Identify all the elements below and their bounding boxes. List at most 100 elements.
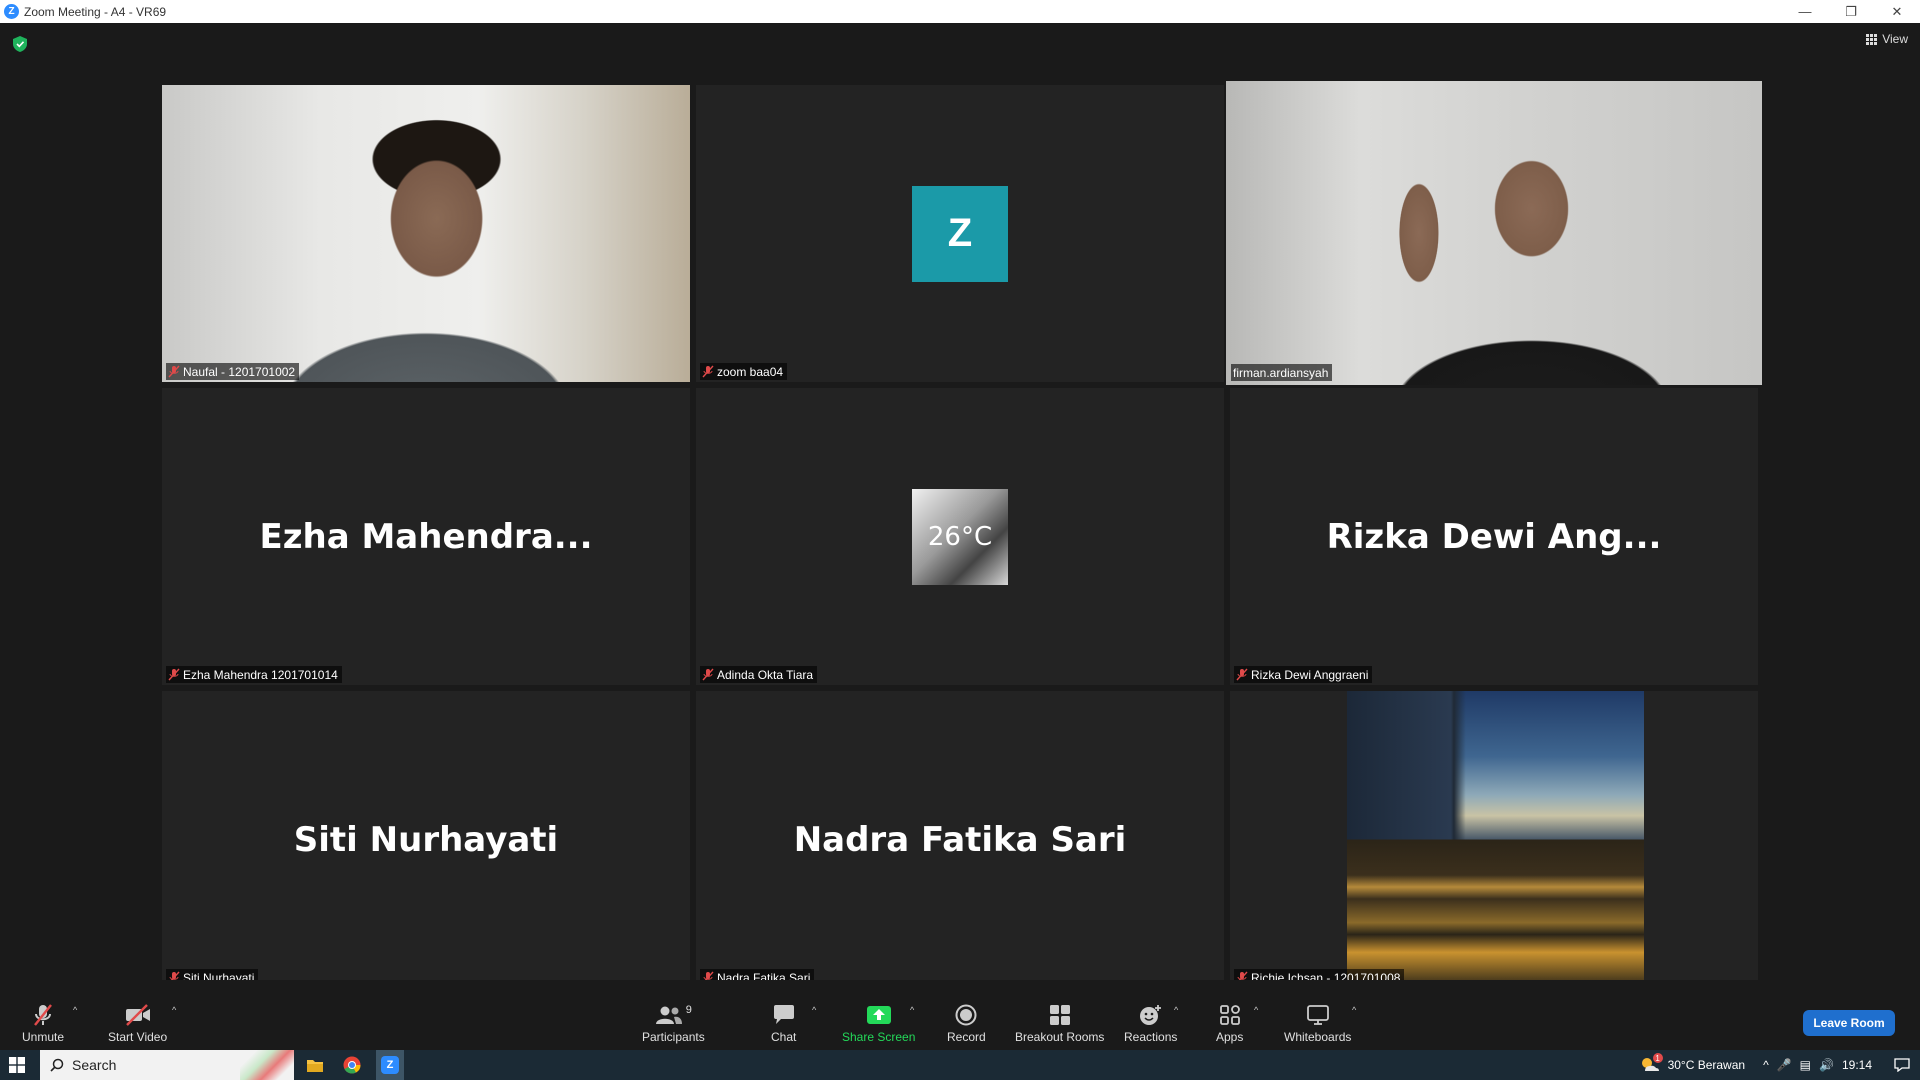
breakout-rooms-label: Breakout Rooms [1015,1030,1105,1044]
record-icon [955,1004,977,1026]
meeting-toolbar: Unmute ^ Start Video ^ 9 Participants Ch… [0,980,1920,1050]
chat-options-caret-icon[interactable]: ^ [812,1005,816,1015]
participant-name: zoom baa04 [717,364,784,379]
breakout-rooms-button[interactable]: Breakout Rooms [1015,1002,1104,1044]
search-placeholder: Search [72,1057,117,1073]
participant-display-name: Rizka Dewi Ang... [1326,516,1662,557]
windows-start-icon[interactable] [9,1057,25,1073]
video-tile-zoom-baa04[interactable]: Z zoom baa04 [696,85,1224,382]
participant-display-name: Siti Nurhayati [293,819,559,860]
participant-profile-photo: 26°C [912,488,1008,585]
start-video-label: Start Video [108,1030,168,1044]
view-label: View [1882,32,1908,46]
taskbar-search-box[interactable]: Search [40,1050,294,1080]
network-tray-icon[interactable]: ▤ [1800,1058,1811,1072]
windows-taskbar: Search Z 1 30°C Berawan ^ 🎤 ▤ 🔊 19:14 [0,1050,1920,1080]
reactions-smiley-icon [1139,1005,1161,1025]
participant-display-name: Ezha Mahendra... [259,516,593,557]
participant-name-label: firman.ardiansyah [1231,364,1333,381]
participant-display-name: Nadra Fatika Sari [793,819,1127,860]
whiteboards-options-caret-icon[interactable]: ^ [1352,1005,1356,1015]
participants-label: Participants [642,1030,705,1044]
record-label: Record [947,1030,986,1044]
weather-text[interactable]: 30°C Berawan [1668,1058,1746,1072]
whiteboards-label: Whiteboards [1284,1030,1352,1044]
encryption-shield-icon[interactable] [13,36,27,52]
whiteboard-icon [1306,1005,1329,1025]
participant-video [1226,81,1762,385]
participant-name: firman.ardiansyah [1233,365,1329,380]
video-options-caret-icon[interactable]: ^ [172,1005,176,1015]
participant-name: Naufal - 1201701002 [183,364,296,379]
participant-name: Ezha Mahendra 1201701014 [183,667,338,682]
clock-time[interactable]: 19:14 [1842,1058,1872,1072]
apps-icon [1219,1005,1240,1025]
participant-avatar: Z [912,185,1008,282]
chat-button[interactable]: Chat [771,1002,796,1044]
participant-name-label: Rizka Dewi Anggraeni [1234,666,1373,683]
video-tile-firman-active-speaker[interactable]: firman.ardiansyah [1226,81,1762,385]
participant-video [1347,691,1644,988]
share-screen-arrow-icon [866,1006,891,1024]
meeting-area: View Naufal - 1201701002 Z zoom baa04 fi… [0,23,1920,988]
muted-mic-icon [168,668,180,681]
whiteboards-button[interactable]: Whiteboards [1284,1002,1351,1044]
chat-bubble-icon [773,1005,794,1024]
video-tile-naufal[interactable]: Naufal - 1201701002 [162,85,690,382]
weather-icon[interactable]: 1 [1640,1053,1663,1074]
muted-mic-icon [1236,668,1248,681]
zoom-taskbar-icon[interactable]: Z [376,1050,404,1080]
participants-icon [655,1006,682,1024]
microphone-tray-icon[interactable]: 🎤 [1777,1058,1792,1072]
restore-button[interactable]: ❐ [1828,0,1874,23]
window-title: Zoom Meeting - A4 - VR69 [24,4,167,19]
weather-badge: 1 [1652,1053,1663,1063]
notifications-icon[interactable] [1894,1058,1910,1072]
participant-name-label: zoom baa04 [700,363,788,380]
zoom-taskbar-letter: Z [381,1056,399,1074]
leave-room-button[interactable]: Leave Room [1803,1010,1895,1036]
tray-overflow-chevron-icon[interactable]: ^ [1763,1058,1769,1072]
share-options-caret-icon[interactable]: ^ [910,1005,914,1015]
reactions-options-caret-icon[interactable]: ^ [1174,1005,1178,1015]
video-tile-siti[interactable]: Siti Nurhayati Siti Nurhayati [162,691,690,988]
muted-mic-icon [168,365,180,378]
apps-button[interactable]: Apps [1216,1002,1243,1044]
chat-label: Chat [771,1030,797,1044]
participant-name-label: Ezha Mahendra 1201701014 [166,666,342,683]
chrome-icon[interactable] [341,1054,363,1076]
start-video-button[interactable]: Start Video [108,1002,167,1044]
file-explorer-icon[interactable] [304,1054,326,1076]
video-tile-rizka[interactable]: Rizka Dewi Ang... Rizka Dewi Anggraeni [1230,388,1758,685]
breakout-rooms-icon [1049,1005,1070,1025]
participant-name: Adinda Okta Tiara [717,667,814,682]
search-highlight-illustration [240,1050,294,1080]
system-tray: 1 30°C Berawan ^ 🎤 ▤ 🔊 19:14 [1640,1050,1920,1080]
muted-microphone-icon [34,1004,52,1026]
apps-label: Apps [1216,1030,1244,1044]
video-tile-richie[interactable]: Richie Ichsan - 1201701008 [1230,691,1758,988]
muted-mic-icon [702,668,714,681]
apps-options-caret-icon[interactable]: ^ [1254,1005,1258,1015]
volume-tray-icon[interactable]: 🔊 [1819,1058,1834,1072]
video-tile-nadra[interactable]: Nadra Fatika Sari Nadra Fatika Sari [696,691,1224,988]
audio-options-caret-icon[interactable]: ^ [73,1005,77,1015]
participants-count-badge: 9 [685,1004,692,1016]
participant-name-label: Naufal - 1201701002 [166,363,300,380]
view-button[interactable]: View [1866,32,1908,46]
participant-video [162,85,690,382]
video-tile-adinda[interactable]: 26°C Adinda Okta Tiara [696,388,1224,685]
unmute-button[interactable]: Unmute [22,1002,64,1044]
close-button[interactable]: ✕ [1874,0,1920,23]
minimize-button[interactable]: — [1782,0,1828,23]
share-screen-button[interactable]: Share Screen [842,1002,915,1044]
participants-button[interactable]: 9 Participants [642,1002,705,1044]
reactions-button[interactable]: Reactions [1124,1002,1177,1044]
share-screen-label: Share Screen [842,1030,916,1044]
grid-view-icon [1866,33,1878,45]
video-tile-ezha[interactable]: Ezha Mahendra... Ezha Mahendra 120170101… [162,388,690,685]
record-button[interactable]: Record [947,1002,986,1044]
muted-mic-icon [702,365,714,378]
participant-name: Rizka Dewi Anggraeni [1251,667,1369,682]
video-off-icon [125,1004,150,1026]
